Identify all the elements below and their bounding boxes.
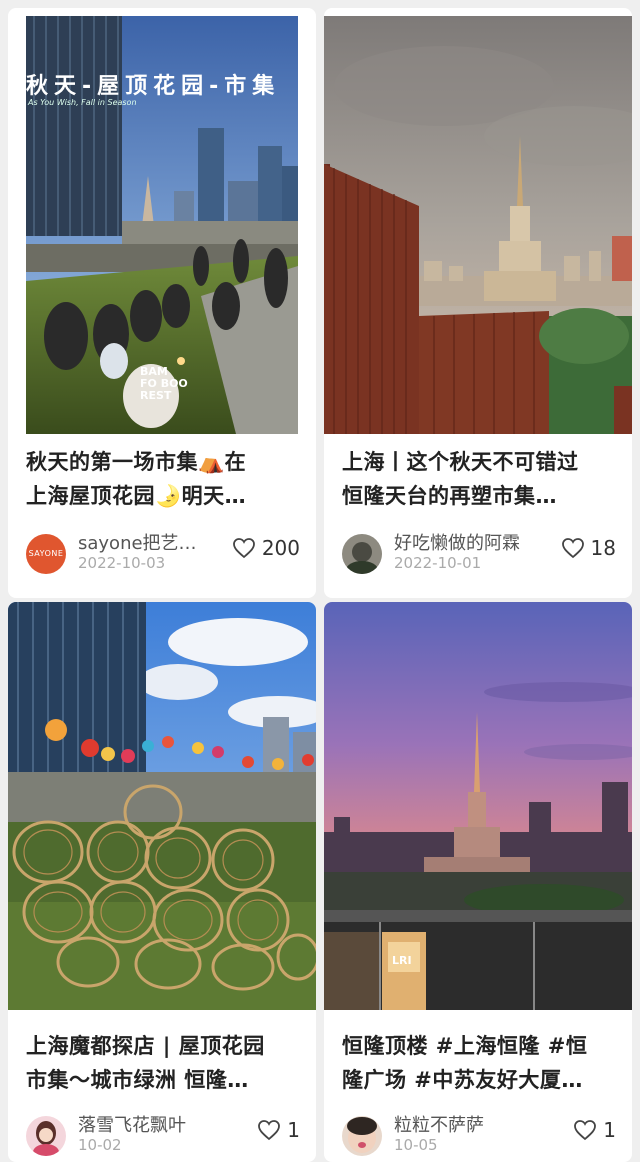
card-title-line: 上海屋顶花园🌛明天… bbox=[26, 484, 247, 508]
avatar-label: SAYONE bbox=[28, 549, 64, 558]
store-sign: LRI bbox=[392, 954, 412, 967]
card-title-line: 秋天的第一场市集⛺在 bbox=[26, 450, 247, 474]
post-date: 2022-10-03 bbox=[78, 554, 166, 572]
heart-outline-icon bbox=[258, 1120, 281, 1141]
post-date: 2022-10-01 bbox=[394, 554, 482, 572]
feed-card[interactable]: LRI 恒隆顶楼 #上海恒隆 #恒 隆广场 #中苏友好大厦… 粒粒不萨萨 10-… bbox=[324, 602, 632, 1162]
card-cover-image[interactable]: 秋天-屋顶花园-市集 As You Wish, Fall in Season B… bbox=[26, 16, 298, 434]
card-title[interactable]: 上海丨这个秋天不可错过 恒隆天台的再塑市集… bbox=[342, 445, 618, 513]
heart-outline-icon bbox=[574, 1120, 597, 1141]
brand-logo: BAM FO BOO REST bbox=[140, 366, 188, 402]
card-title[interactable]: 上海魔都探店 | 屋顶花园 市集～城市绿洲 恒隆… bbox=[26, 1029, 302, 1097]
avatar[interactable]: SAYONE bbox=[26, 534, 66, 574]
card-meta: 粒粒不萨萨 10-05 1 bbox=[324, 1110, 632, 1160]
card-title-line: 上海魔都探店 | 屋顶花园 bbox=[26, 1034, 265, 1058]
heart-outline-icon bbox=[561, 538, 584, 559]
author-name[interactable]: 好吃懒做的阿霖 bbox=[394, 529, 520, 555]
like-button[interactable]: 18 bbox=[561, 536, 616, 560]
sunset-skyline-photo bbox=[324, 602, 632, 1010]
like-count: 1 bbox=[287, 1118, 300, 1142]
feed-card[interactable]: 秋天-屋顶花园-市集 As You Wish, Fall in Season B… bbox=[8, 8, 316, 598]
rattan-installation-photo bbox=[8, 602, 316, 1010]
author-name[interactable]: 粒粒不萨萨 bbox=[394, 1111, 484, 1137]
like-count: 200 bbox=[261, 536, 300, 560]
image-overlay-subtitle: As You Wish, Fall in Season bbox=[28, 98, 137, 107]
like-button[interactable]: 200 bbox=[232, 536, 300, 560]
card-title[interactable]: 秋天的第一场市集⛺在 上海屋顶花园🌛明天… bbox=[26, 445, 302, 513]
post-date: 10-02 bbox=[78, 1136, 122, 1154]
card-title-line: 恒隆天台的再塑市集… bbox=[342, 484, 557, 508]
card-meta: 落雪飞花飘叶 10-02 1 bbox=[8, 1110, 316, 1160]
like-count: 18 bbox=[590, 536, 616, 560]
like-button[interactable]: 1 bbox=[573, 1118, 616, 1142]
feed-card[interactable]: 上海丨这个秋天不可错过 恒隆天台的再塑市集… 好吃懒做的阿霖 2022-10-0… bbox=[324, 8, 632, 598]
avatar[interactable] bbox=[342, 1116, 382, 1156]
avatar[interactable] bbox=[26, 1116, 66, 1156]
author-name[interactable]: sayone把艺… bbox=[78, 529, 197, 555]
heart-outline-icon bbox=[232, 538, 255, 559]
card-title[interactable]: 恒隆顶楼 #上海恒隆 #恒 隆广场 #中苏友好大厦… bbox=[342, 1029, 618, 1097]
avatar-image bbox=[342, 1116, 382, 1156]
like-count: 1 bbox=[603, 1118, 616, 1142]
feed-card[interactable]: 上海魔都探店 | 屋顶花园 市集～城市绿洲 恒隆… 落雪飞花飘叶 10-02 1 bbox=[8, 602, 316, 1162]
card-title-line: 上海丨这个秋天不可错过 bbox=[342, 450, 579, 474]
card-title-line: 市集～城市绿洲 恒隆… bbox=[26, 1068, 249, 1092]
card-meta: 好吃懒做的阿霖 2022-10-01 18 bbox=[324, 528, 632, 578]
avatar-image bbox=[26, 1116, 66, 1156]
like-button[interactable]: 1 bbox=[257, 1118, 300, 1142]
card-cover-image[interactable] bbox=[8, 602, 316, 1010]
image-overlay-title: 秋天-屋顶花园-市集 bbox=[26, 74, 281, 99]
card-title-line: 隆广场 #中苏友好大厦… bbox=[342, 1068, 583, 1092]
card-cover-image[interactable] bbox=[324, 16, 632, 434]
author-name[interactable]: 落雪飞花飘叶 bbox=[78, 1111, 186, 1137]
brand-logo-line: REST bbox=[140, 389, 172, 402]
card-meta: SAYONE sayone把艺… 2022-10-03 200 bbox=[8, 528, 316, 578]
exhibition-hall-photo bbox=[324, 16, 632, 434]
avatar[interactable] bbox=[342, 534, 382, 574]
avatar-image bbox=[342, 534, 382, 574]
card-cover-image[interactable]: LRI bbox=[324, 602, 632, 1010]
post-date: 10-05 bbox=[394, 1136, 438, 1154]
card-title-line: 恒隆顶楼 #上海恒隆 #恒 bbox=[342, 1034, 588, 1058]
